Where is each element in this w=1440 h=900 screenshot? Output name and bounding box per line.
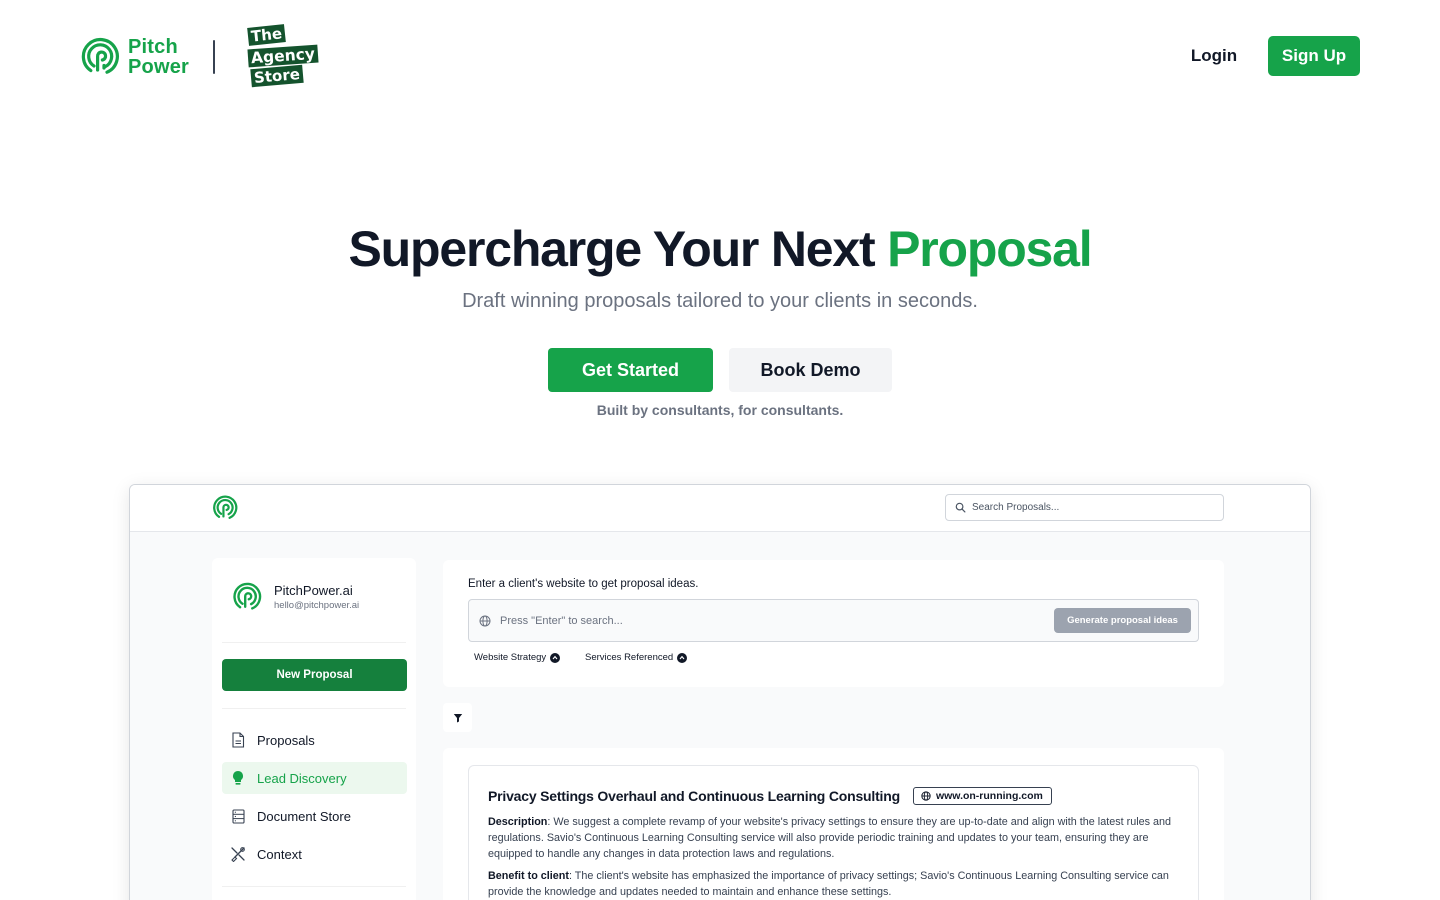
chevron-up-icon (550, 652, 561, 663)
sidebar-divider (222, 642, 406, 643)
hero-subtitle: Draft winning proposals tailored to your… (462, 290, 978, 312)
chevron-up-icon (677, 652, 688, 663)
signup-button[interactable]: Sign Up (1268, 36, 1360, 76)
lightbulb-icon (230, 770, 246, 786)
benefit-text: : The client's website has emphasized th… (488, 870, 1169, 898)
tools-icon (230, 846, 246, 862)
chip-label: Website Strategy (474, 652, 547, 663)
chip-website-strategy[interactable]: Website Strategy (474, 652, 561, 663)
top-nav: Pitch Power The Agency Store Login Sign … (0, 0, 1440, 112)
hero-title-accent: Proposal (887, 221, 1093, 277)
app-sidebar: PitchPower.ai hello@pitchpower.ai New Pr… (212, 558, 416, 900)
proposal-idea-card[interactable]: Privacy Settings Overhaul and Continuous… (468, 765, 1199, 900)
agency-store-logo: The Agency Store (247, 24, 319, 88)
website-input-panel: Enter a client's website to get proposal… (443, 560, 1224, 687)
generate-ideas-button[interactable]: Generate proposal ideas (1054, 608, 1191, 633)
sidebar-item-label: Proposals (257, 732, 315, 748)
hero-title: Supercharge Your Next Proposal (0, 220, 1440, 278)
sidebar-item-context[interactable]: Context (222, 838, 407, 870)
logo-group: Pitch Power The Agency Store (80, 24, 319, 88)
filter-icon (453, 713, 462, 722)
wordmark-line2: Power (128, 56, 190, 78)
proposal-results-panel: Privacy Settings Overhaul and Continuous… (443, 748, 1224, 900)
document-icon (230, 732, 246, 748)
sidebar-item-lead-discovery[interactable]: Lead Discovery (222, 762, 407, 794)
database-icon (230, 808, 246, 824)
description-text: : We suggest a complete revamp of your w… (488, 816, 1172, 860)
profile-card: PitchPower.ai hello@pitchpower.ai (232, 582, 359, 612)
agency-word-3: Store (250, 64, 304, 88)
agency-word-1: The (247, 24, 286, 46)
sidebar-item-label: Document Store (257, 808, 351, 824)
sidebar-item-document-store[interactable]: Document Store (222, 800, 407, 832)
get-started-button[interactable]: Get Started (548, 348, 713, 392)
website-input-placeholder: Press "Enter" to search... (500, 614, 623, 627)
app-logo-icon[interactable] (212, 495, 238, 521)
website-url: www.on-running.com (935, 790, 1043, 802)
profile-name: PitchPower.ai (274, 583, 353, 598)
sidebar-divider (222, 886, 406, 887)
search-placeholder: Search Proposals... (972, 502, 1060, 513)
search-icon (955, 502, 966, 513)
wordmark-line1: Pitch (128, 36, 178, 58)
new-proposal-button[interactable]: New Proposal (222, 659, 407, 691)
website-chip[interactable]: www.on-running.com (912, 787, 1052, 805)
proposal-description: Description: We suggest a complete revam… (488, 814, 1188, 862)
profile-email: hello@pitchpower.ai (274, 600, 360, 611)
pitchpower-wordmark: Pitch Power (128, 37, 189, 77)
website-input[interactable]: Press "Enter" to search... Generate prop… (468, 599, 1199, 642)
filter-button[interactable] (443, 703, 472, 732)
sidebar-item-proposals[interactable]: Proposals (222, 724, 407, 756)
sidebar-item-label: Lead Discovery (257, 770, 347, 786)
chip-services-referenced[interactable]: Services Referenced (585, 652, 688, 663)
benefit-label: Benefit to client (488, 870, 569, 882)
hero-title-main: Supercharge Your Next (348, 221, 888, 277)
hero-tagline: Built by consultants, for consultants. (596, 402, 844, 418)
description-label: Description (488, 816, 548, 828)
proposal-benefit: Benefit to client: The client's website … (488, 868, 1188, 900)
sidebar-divider (222, 708, 406, 709)
globe-icon (479, 615, 491, 626)
app-topbar: Search Proposals... (130, 485, 1310, 532)
website-input-label: Enter a client's website to get proposal… (468, 578, 699, 590)
logo-divider (213, 40, 216, 74)
chip-label: Services Referenced (585, 652, 674, 663)
globe-icon (921, 791, 931, 801)
pitchpower-logo[interactable]: Pitch Power (80, 37, 189, 77)
profile-avatar-icon (233, 582, 262, 610)
book-demo-button[interactable]: Book Demo (729, 348, 892, 392)
proposal-title: Privacy Settings Overhaul and Continuous… (488, 788, 900, 804)
pitchpower-logo-icon (81, 37, 119, 74)
app-preview: Search Proposals... PitchPower.ai hello@… (129, 484, 1311, 900)
login-button[interactable]: Login (1178, 40, 1250, 72)
agency-word-2: Agency (247, 44, 319, 68)
search-proposals-input[interactable]: Search Proposals... (945, 494, 1224, 521)
sidebar-item-label: Context (257, 846, 302, 862)
